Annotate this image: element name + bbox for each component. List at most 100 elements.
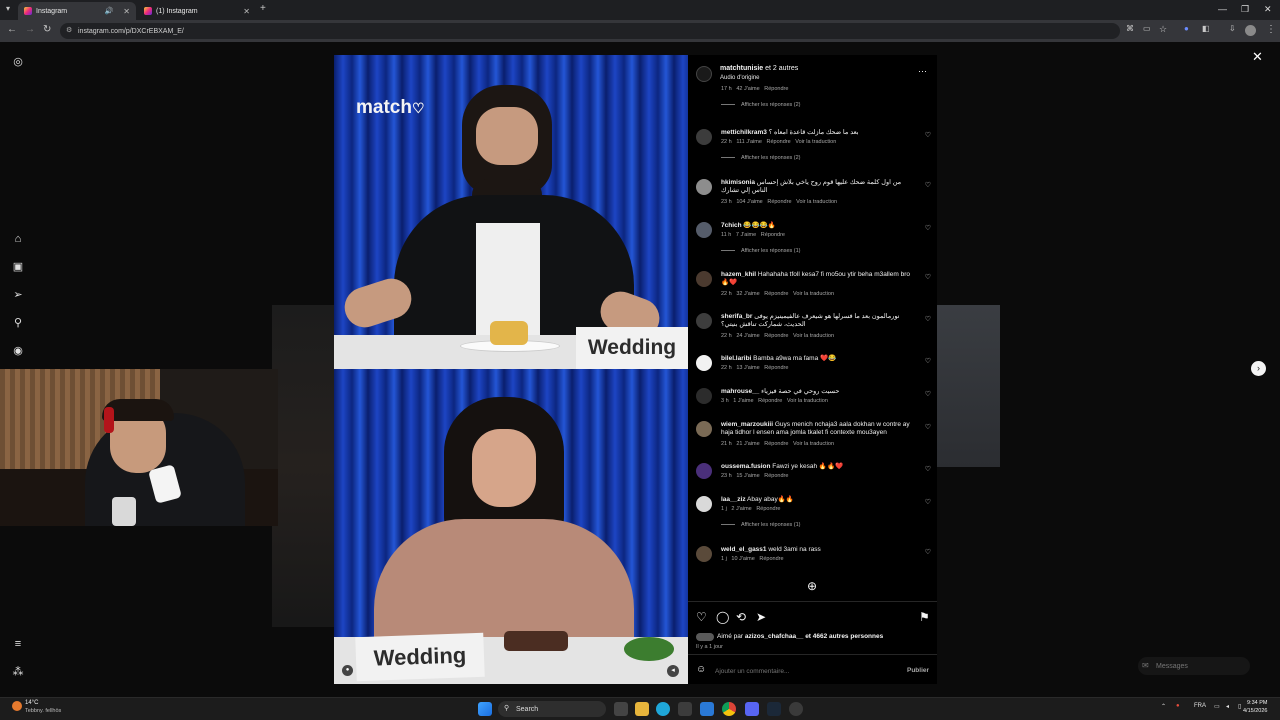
weather-icon[interactable] xyxy=(12,701,22,711)
comment-translate-button[interactable]: Voir la traduction xyxy=(787,398,828,404)
close-modal-icon[interactable]: ✕ xyxy=(1252,49,1263,65)
extension-icon[interactable]: ● xyxy=(1184,24,1189,33)
meta-apps-icon[interactable]: ⁂ xyxy=(11,665,25,679)
comment-reply-button[interactable]: Répondre xyxy=(764,365,788,371)
search-icon[interactable]: ⚲ xyxy=(11,316,25,330)
windows-start-icon[interactable] xyxy=(478,702,492,716)
comment-reply-button[interactable]: Répondre xyxy=(764,441,788,447)
post-time[interactable]: Il y a 1 jour xyxy=(696,644,723,650)
home-icon[interactable]: ⌂ xyxy=(11,232,25,246)
battery-icon[interactable]: ▯ xyxy=(1238,703,1241,710)
taskbar-search[interactable]: ⚲ Search xyxy=(498,701,606,717)
tray-expand-icon[interactable]: ⌃ xyxy=(1161,703,1166,710)
comment-avatar[interactable] xyxy=(696,388,712,404)
mail-icon[interactable] xyxy=(700,702,714,716)
comment-reply-button[interactable]: Répondre xyxy=(764,333,788,339)
comment-username[interactable]: wiem_marzoukiii xyxy=(721,421,773,428)
task-view-icon[interactable] xyxy=(614,702,628,716)
comment-reply-button[interactable]: Répondre xyxy=(764,473,788,479)
comment-like-icon[interactable]: ♡ xyxy=(925,548,931,556)
comment-username[interactable]: mahrouse__ xyxy=(721,388,759,395)
comment-translate-button[interactable]: Voir la traduction xyxy=(796,199,837,205)
comment-username[interactable]: oussema.fusion xyxy=(721,463,770,470)
tagged-user-icon[interactable]: ● xyxy=(342,665,353,676)
bookmark-star-icon[interactable]: ☆ xyxy=(1159,24,1167,35)
comment-time[interactable]: 22 h xyxy=(721,333,732,339)
comment-time[interactable]: 3 h xyxy=(721,398,729,404)
share-icon[interactable]: ➤ xyxy=(756,610,766,624)
tab-instagram-active[interactable]: Instagram 🔊 ✕ xyxy=(18,2,136,20)
comment-likes[interactable]: 104 J'aime xyxy=(736,199,762,205)
reload-icon[interactable]: ↻ xyxy=(43,24,51,35)
cast-icon[interactable]: ▭ xyxy=(1143,24,1151,33)
comment-like-icon[interactable]: ♡ xyxy=(925,315,931,323)
extensions-puzzle-icon[interactable]: ◧ xyxy=(1202,24,1210,33)
comment-time[interactable]: 21 h xyxy=(721,441,732,447)
back-icon[interactable]: ← xyxy=(7,24,17,35)
comment-avatar[interactable] xyxy=(696,222,712,238)
minimize-icon[interactable]: — xyxy=(1218,4,1227,14)
save-bookmark-icon[interactable]: ⚑ xyxy=(919,610,930,624)
comment-like-icon[interactable]: ♡ xyxy=(925,131,931,139)
comment-translate-button[interactable]: Voir la traduction xyxy=(793,333,834,339)
close-tab-icon[interactable]: ✕ xyxy=(243,7,250,16)
chrome-icon[interactable] xyxy=(722,702,736,716)
language-indicator[interactable]: FRA xyxy=(1194,703,1206,709)
close-window-icon[interactable]: ✕ xyxy=(1264,4,1272,15)
microphone-tray-icon[interactable]: ● xyxy=(1176,703,1180,709)
comment-username[interactable]: weld_el_gass1 xyxy=(721,546,767,553)
more-menu-icon[interactable]: ≡ xyxy=(11,637,25,651)
comment-username[interactable]: hkimisonia xyxy=(721,179,755,186)
forward-icon[interactable]: → xyxy=(25,24,35,35)
repost-icon[interactable]: ⟲ xyxy=(736,610,746,624)
comment-avatar[interactable] xyxy=(696,496,712,512)
emoji-icon[interactable]: ☺ xyxy=(696,664,706,675)
downloads-icon[interactable]: ⇩ xyxy=(1229,24,1236,33)
edge-icon[interactable] xyxy=(656,702,670,716)
clock-date[interactable]: 4/15/2026 xyxy=(1243,708,1267,714)
comment-time[interactable]: 23 h xyxy=(721,199,732,205)
view-replies-button[interactable]: Afficher les réponses (2) xyxy=(721,155,801,161)
clock-time[interactable]: 9:34 PM xyxy=(1247,700,1267,706)
publish-button[interactable]: Publier xyxy=(907,667,929,674)
comment-avatar[interactable] xyxy=(696,463,712,479)
comment-avatar[interactable] xyxy=(696,271,712,287)
reels-icon[interactable]: ▣ xyxy=(11,260,25,274)
comment-likes[interactable]: 15 J'aime xyxy=(736,473,759,479)
comment-avatar[interactable] xyxy=(696,179,712,195)
comment-like-icon[interactable]: ♡ xyxy=(925,390,931,398)
comment-likes[interactable]: 32 J'aime xyxy=(736,291,759,297)
comment-likes[interactable]: 13 J'aime xyxy=(736,365,759,371)
comment-reply-button[interactable]: Répondre xyxy=(761,232,785,238)
comment-like-icon[interactable]: ♡ xyxy=(925,181,931,189)
audio-toggle-icon[interactable]: ◂ xyxy=(667,665,679,677)
messages-button[interactable]: ✉ Messages xyxy=(1138,657,1250,675)
comment-time[interactable]: 17 h xyxy=(721,86,732,92)
comment-translate-button[interactable]: Voir la traduction xyxy=(793,441,834,447)
speaker-icon[interactable]: 🔊 xyxy=(105,7,114,15)
comment-translate-button[interactable]: Voir la traduction xyxy=(795,139,836,145)
browser-menu-icon[interactable]: ⋮ xyxy=(1266,24,1276,35)
comment-username[interactable]: hazem_khil xyxy=(721,271,756,278)
audio-label[interactable]: Audio d'origine xyxy=(720,75,760,81)
comment-likes[interactable]: 10 J'aime xyxy=(731,556,754,562)
comment-reply-button[interactable]: Répondre xyxy=(767,139,791,145)
comment-reply-button[interactable]: Répondre xyxy=(764,291,788,297)
comment-likes[interactable]: 21 J'aime xyxy=(736,441,759,447)
comment-like-icon[interactable]: ♡ xyxy=(925,423,931,431)
comment-username[interactable]: bilel.laribi xyxy=(721,355,751,362)
tab-instagram-2[interactable]: (1) Instagram ✕ xyxy=(138,2,256,20)
view-replies-button[interactable]: Afficher les réponses (2) xyxy=(721,102,801,108)
view-replies-button[interactable]: Afficher les réponses (1) xyxy=(721,522,801,528)
comment-like-icon[interactable]: ♡ xyxy=(925,224,931,232)
translate-icon[interactable]: ⌘ xyxy=(1126,24,1134,33)
profile-avatar-icon[interactable] xyxy=(1245,25,1256,36)
comment-likes[interactable]: 1 J'aime xyxy=(733,398,753,404)
instagram-logo-icon[interactable]: ◎ xyxy=(11,55,25,69)
tab-menu-icon[interactable]: ▾ xyxy=(6,4,10,13)
comment-avatar[interactable] xyxy=(696,313,712,329)
weather-temp[interactable]: 14°C xyxy=(25,700,38,706)
discord-icon[interactable] xyxy=(745,702,759,716)
comment-avatar[interactable] xyxy=(696,355,712,371)
liked-user[interactable]: azizos_chafchaa__ xyxy=(745,633,804,640)
